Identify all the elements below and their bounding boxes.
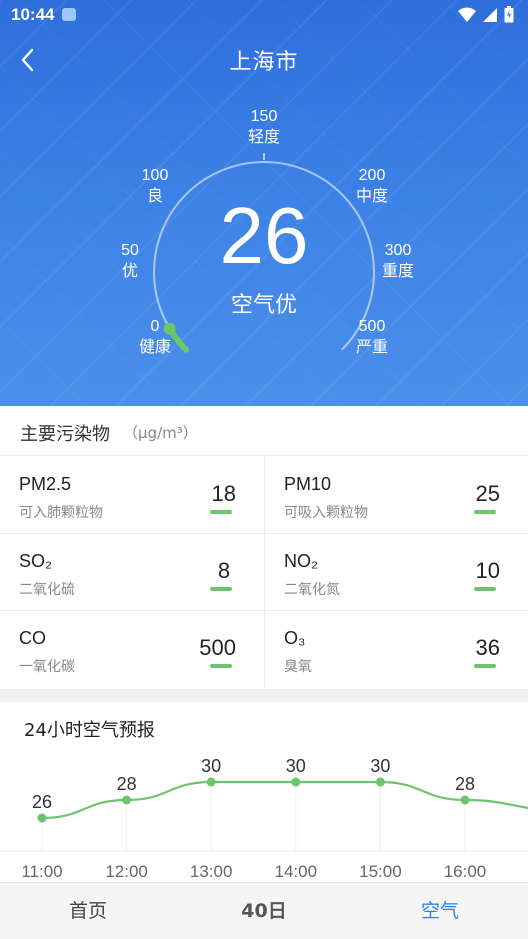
pollutant-level-bar xyxy=(474,510,496,514)
gauge-tick-500: 500 严重 xyxy=(355,318,388,356)
pollutant-cell-co[interactable]: CO 一氧化碳 500 xyxy=(0,611,264,688)
pollutant-cell-pm10[interactable]: PM10 可吸入颗粒物 25 xyxy=(264,457,528,534)
pollutant-cell-no2[interactable]: NO₂ 二氧化氮 10 xyxy=(264,534,528,611)
pollutant-cell-so2[interactable]: SO₂ 二氧化硫 8 xyxy=(0,534,264,611)
aqi-level-text: 空气优 xyxy=(230,293,297,318)
forecast-hour-label: 16:00 xyxy=(444,862,487,881)
forecast-value-label: 30 xyxy=(201,756,221,776)
pollutant-grid: PM2.5 可入肺颗粒物 18 PM10 可吸入颗粒物 25 SO₂ 二氧化硫 … xyxy=(0,457,528,689)
pollutant-cell-o3[interactable]: O₃ 臭氧 36 xyxy=(264,611,528,688)
forecast-value-label: 30 xyxy=(286,756,306,776)
forecast-value-label: 30 xyxy=(370,756,390,776)
forecast-hour-label: 15:00 xyxy=(359,862,402,881)
pollutant-desc: 可入肺颗粒物 xyxy=(19,505,103,521)
pollutant-name: O₃ xyxy=(284,628,306,648)
gauge-tick-300: 300 重度 xyxy=(381,242,414,280)
aqi-value: 26 xyxy=(219,191,309,280)
pollutants-header: 主要污染物 （μg/m³） xyxy=(0,406,528,456)
forecast-title: 24小时空气预报 xyxy=(24,720,155,741)
forecast-value-label: 26 xyxy=(32,792,52,812)
forecast-hour-label: 13:00 xyxy=(190,862,233,881)
section-divider xyxy=(0,689,528,702)
forecast-value-label: 28 xyxy=(117,774,137,794)
forecast-point xyxy=(291,777,301,787)
pollutant-level-bar xyxy=(474,664,496,668)
forecast-value-label: 28 xyxy=(455,774,475,794)
pollutant-level-bar xyxy=(474,587,496,591)
forecast-point xyxy=(37,813,47,823)
pollutant-desc: 一氧化碳 xyxy=(19,659,75,675)
pollutants-title: 主要污染物 xyxy=(20,424,110,445)
pollutant-level-bar xyxy=(210,510,232,514)
pollutant-name: NO₂ xyxy=(284,551,318,571)
pollutant-desc: 二氧化硫 xyxy=(19,582,75,598)
pollutant-name: CO xyxy=(19,628,46,648)
aqi-hero-panel: 10:44 上海市 0 健康 50 优 100 良 150 轻度 200 中度 … xyxy=(0,0,528,406)
gauge-tick-50: 50 优 xyxy=(121,242,139,280)
pollutant-value: 36 xyxy=(475,635,500,660)
pollutant-name: PM10 xyxy=(284,474,332,494)
forecast-hour-label: 11:00 xyxy=(21,862,62,881)
pollutant-name: SO₂ xyxy=(19,551,52,571)
pollutant-value: 500 xyxy=(199,635,236,660)
nav-air[interactable]: 空气 xyxy=(352,883,528,939)
gauge-tick-150: 150 轻度 xyxy=(247,108,280,146)
gauge-tick-0: 0 健康 xyxy=(138,318,171,356)
nav-40-day[interactable]: 40日 xyxy=(176,883,352,939)
bottom-nav: 首页 40日 空气 xyxy=(0,882,528,939)
pollutant-value: 10 xyxy=(475,558,500,583)
pollutant-level-bar xyxy=(210,587,232,591)
pollutant-desc: 二氧化氮 xyxy=(284,582,340,598)
forecast-chart[interactable]: 26 11:00 28 12:00 30 13:00 30 14:00 30 15:00 28 16:… xyxy=(0,756,528,882)
forecast-point xyxy=(375,777,385,787)
pollutant-value: 8 xyxy=(217,558,231,583)
forecast-hour-label: 12:00 xyxy=(105,862,148,881)
forecast-point xyxy=(460,795,470,805)
pollutant-desc: 可吸入颗粒物 xyxy=(284,505,368,521)
pollutant-desc: 臭氧 xyxy=(284,659,312,675)
nav-home[interactable]: 首页 xyxy=(0,883,176,939)
pollutant-cell-pm25[interactable]: PM2.5 可入肺颗粒物 18 xyxy=(0,457,264,534)
pollutants-unit: （μg/m³） xyxy=(123,424,198,442)
pollutant-value: 18 xyxy=(211,481,236,506)
forecast-hour-label: 14:00 xyxy=(275,862,318,881)
forecast-point xyxy=(122,795,132,805)
forecast-point xyxy=(206,777,216,787)
pollutant-level-bar xyxy=(210,664,232,668)
pollutant-name: PM2.5 xyxy=(19,474,72,494)
pollutant-value: 25 xyxy=(475,481,500,506)
